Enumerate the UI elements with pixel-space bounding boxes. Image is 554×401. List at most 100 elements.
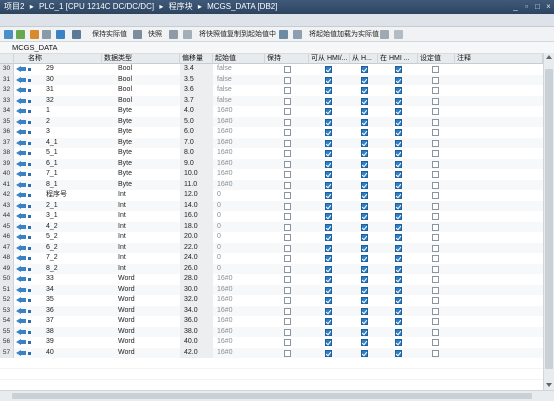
hmi-visible-checkbox[interactable] [395,255,402,262]
table-row[interactable]: 41 8_1 Byte 11.0 16#0 [0,179,543,190]
retain-checkbox[interactable] [284,202,291,210]
load-start-button[interactable]: 将起始值加载为实际值 [309,30,379,39]
hmi-visible-checkbox[interactable] [395,66,402,73]
hmi-accessible-checkbox[interactable] [325,171,332,178]
start-value[interactable]: false [217,64,265,75]
comment[interactable] [457,117,541,128]
tag-name[interactable]: 3_1 [46,211,102,222]
hmi-visible-checkbox[interactable] [395,318,402,325]
tag-name[interactable]: 6_1 [46,159,102,170]
setpoint-checkbox[interactable] [432,213,439,220]
start-value[interactable]: 0 [217,222,265,233]
retain-checkbox[interactable] [284,213,291,220]
data-type[interactable]: Word [118,295,178,306]
table-row[interactable]: 39 6_1 Byte 9.0 16#0 [0,158,543,170]
header-name[interactable]: 名称 [14,54,102,64]
hmi-writable-checkbox[interactable] [361,297,368,304]
table-row[interactable]: 57 40 Word 42.0 16#0 [0,347,543,359]
breadcrumb-project[interactable]: 项目2 [4,0,24,14]
data-type[interactable]: Byte [118,169,178,180]
setpoint-checkbox[interactable] [432,265,439,273]
table-row[interactable]: 35 2 Byte 5.0 16#0 [0,116,543,128]
setpoint-checkbox[interactable] [432,349,439,357]
copy-icon[interactable] [169,30,178,39]
hmi-accessible-checkbox[interactable] [325,87,332,94]
start-value[interactable]: 0 [217,190,265,201]
tag-name[interactable]: 32 [46,96,102,107]
data-type[interactable]: Int [118,201,178,212]
header-hmi-writable[interactable]: 从 H... [350,54,378,64]
retain-checkbox[interactable] [284,108,291,115]
load-start-icon[interactable] [293,30,302,39]
table-row[interactable]: 30 29 Bool 3.4 false [0,64,543,75]
retain-checkbox[interactable] [284,139,291,147]
copy-snapshot-button[interactable]: 将快照值复制到起始值中 [199,30,276,39]
data-type[interactable]: Int [118,232,178,243]
maximize-icon[interactable]: □ [533,2,542,11]
comment[interactable] [457,64,541,75]
hmi-visible-checkbox[interactable] [395,286,402,294]
hmi-visible-checkbox[interactable] [395,328,402,336]
header-comment[interactable]: 注释 [455,54,543,64]
setpoint-checkbox[interactable] [432,118,439,126]
setpoint-checkbox[interactable] [432,66,439,73]
hmi-writable-checkbox[interactable] [361,276,368,283]
retain-checkbox[interactable] [284,318,291,325]
table-row[interactable]: 51 34 Word 30.0 16#0 [0,284,543,296]
hmi-visible-checkbox[interactable] [395,244,402,252]
comment[interactable] [457,85,541,96]
hmi-accessible-checkbox[interactable] [325,297,332,304]
hmi-visible-checkbox[interactable] [395,97,402,105]
start-value[interactable]: 16#0 [217,285,265,296]
start-value[interactable]: 0 [217,211,265,222]
table-row[interactable]: 48 7_2 Int 24.0 0 [0,253,543,264]
header-hmi-visible[interactable]: 在 HMI ... [378,54,418,64]
comment[interactable] [457,243,541,254]
comment[interactable] [457,138,541,149]
retain-checkbox[interactable] [284,255,291,262]
hmi-visible-checkbox[interactable] [395,76,402,84]
data-type[interactable]: Byte [118,138,178,149]
data-type[interactable]: Word [118,285,178,296]
retain-checkbox[interactable] [284,97,291,105]
start-value[interactable]: 16#0 [217,117,265,128]
data-type[interactable]: Int [118,222,178,233]
hmi-writable-checkbox[interactable] [361,307,368,315]
setpoint-checkbox[interactable] [432,276,439,283]
retain-checkbox[interactable] [284,118,291,126]
data-type[interactable]: Int [118,190,178,201]
hmi-writable-checkbox[interactable] [361,108,368,115]
table-row[interactable]: 47 6_2 Int 22.0 0 [0,242,543,254]
comment[interactable] [457,327,541,338]
close-icon[interactable]: × [544,2,553,11]
comment[interactable] [457,169,541,180]
start-value[interactable]: 0 [217,232,265,243]
retain-checkbox[interactable] [284,265,291,273]
retain-checkbox[interactable] [284,276,291,283]
table-row[interactable]: 36 3 Byte 6.0 16#0 [0,127,543,138]
setpoint-checkbox[interactable] [432,97,439,105]
hmi-writable-checkbox[interactable] [361,223,368,231]
hmi-accessible-checkbox[interactable] [325,318,332,325]
tag-name[interactable]: 38 [46,327,102,338]
hmi-writable-checkbox[interactable] [361,202,368,210]
tag-name[interactable]: 39 [46,337,102,348]
hmi-accessible-checkbox[interactable] [325,139,332,147]
tag-name[interactable]: 8_2 [46,264,102,275]
retain-checkbox[interactable] [284,192,291,199]
hmi-accessible-checkbox[interactable] [325,108,332,115]
table-row[interactable]: 44 3_1 Int 16.0 0 [0,211,543,222]
data-type[interactable]: Word [118,274,178,285]
tag-name[interactable]: 40 [46,348,102,359]
retain-checkbox[interactable] [284,66,291,73]
setpoint-checkbox[interactable] [432,318,439,325]
retain-checkbox[interactable] [284,76,291,84]
breadcrumb-db[interactable]: MCGS_DATA [DB2] [207,0,277,14]
hmi-accessible-checkbox[interactable] [325,97,332,105]
hmi-writable-checkbox[interactable] [361,328,368,336]
insert-row-icon[interactable] [4,30,13,39]
tag-name[interactable]: 5_1 [46,148,102,159]
setpoint-checkbox[interactable] [432,181,439,189]
hmi-accessible-checkbox[interactable] [325,129,332,136]
horizontal-scrollbar[interactable] [0,390,554,401]
